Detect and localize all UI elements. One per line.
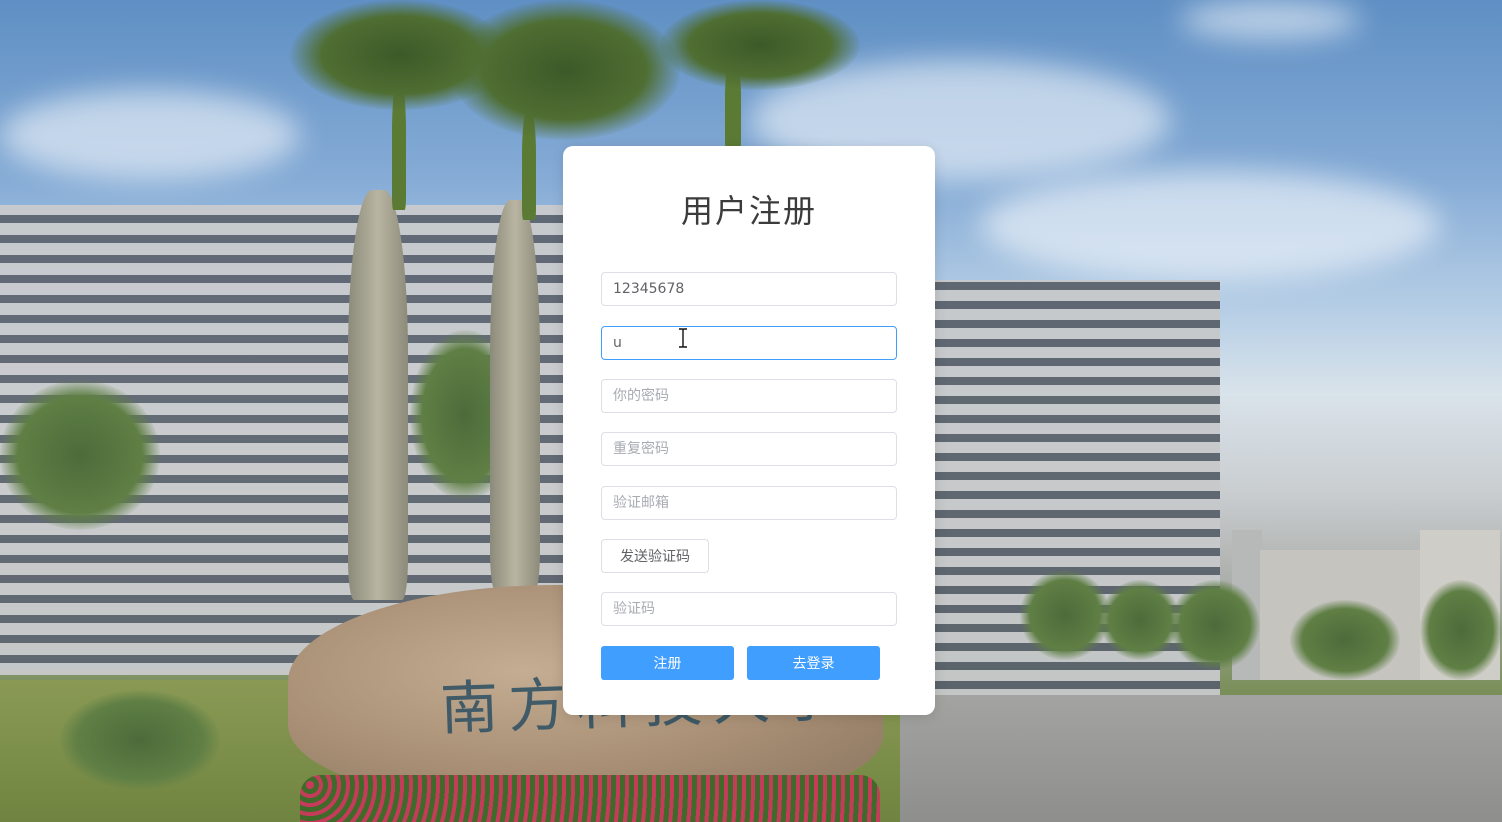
tree [0, 380, 160, 530]
cloud [1180, 0, 1360, 40]
tree [1420, 580, 1502, 680]
tree [1100, 580, 1180, 660]
flower-bed [300, 775, 880, 822]
password-input[interactable] [601, 379, 897, 413]
text-cursor-icon [679, 328, 687, 348]
send-code-button[interactable]: 发送验证码 [601, 539, 709, 573]
tree [1020, 570, 1110, 660]
register-button[interactable]: 注册 [601, 646, 734, 680]
register-title: 用户注册 [680, 192, 817, 230]
page: 南方科技大学 用户注册 发送验证码 注册 去登录 [0, 0, 1502, 822]
cloud [0, 90, 300, 180]
palm-trunk [348, 190, 408, 600]
student-id-input[interactable] [601, 272, 897, 306]
repeat-password-input[interactable] [601, 432, 897, 466]
username-input[interactable] [601, 326, 897, 360]
road [880, 695, 1502, 822]
goto-login-button[interactable]: 去登录 [747, 646, 880, 680]
shrub [60, 690, 220, 790]
cloud [980, 170, 1440, 280]
palm-fronds [450, 0, 680, 140]
register-card: 用户注册 发送验证码 注册 去登录 [563, 146, 935, 715]
verification-code-input[interactable] [601, 592, 897, 626]
email-input[interactable] [601, 486, 897, 520]
tree [1170, 580, 1260, 670]
tree [1290, 600, 1400, 680]
palm-fronds [660, 0, 860, 90]
palm-trunk [490, 200, 540, 590]
